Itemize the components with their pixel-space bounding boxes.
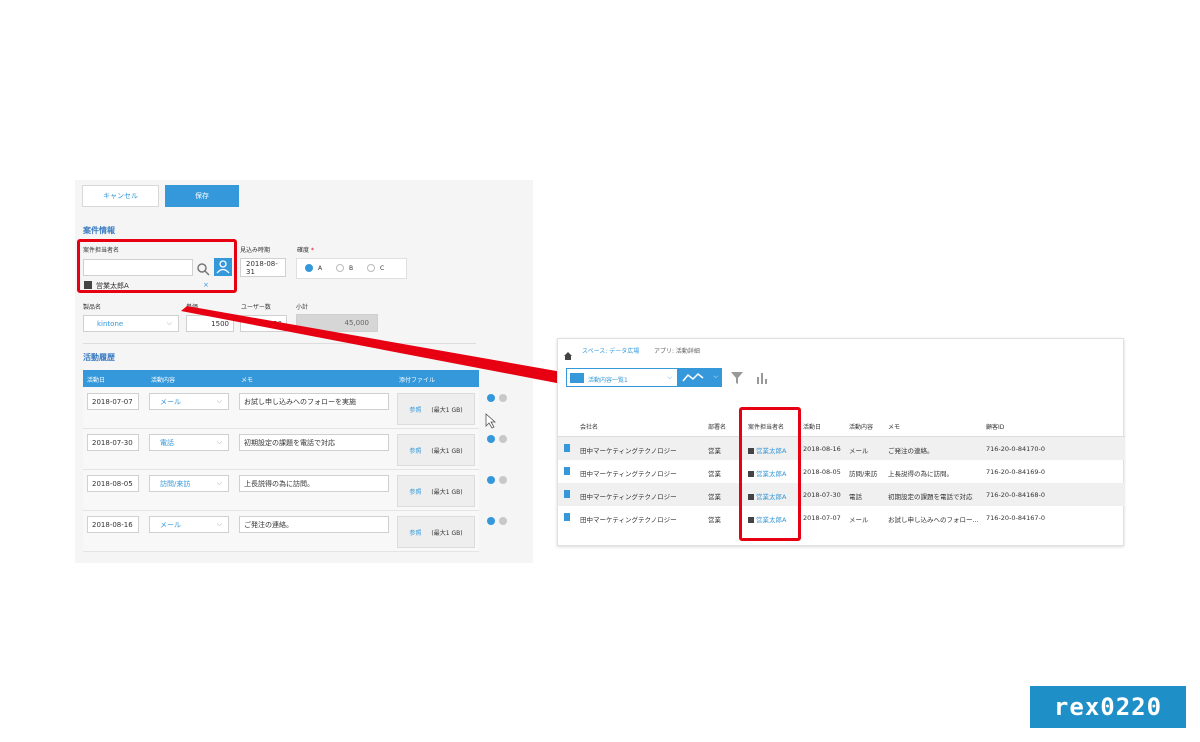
cell-memo: お試し申し込みへのフォロー... — [888, 516, 979, 524]
record-detail-icon[interactable] — [564, 513, 570, 521]
list-row[interactable]: 田中マーケティングテクノロジー 営業 営業太郎A 2018-07-30 電話 初… — [558, 483, 1125, 506]
cell-memo: 上長説得の為に訪問。 — [888, 470, 953, 478]
cell-type: メール — [849, 447, 869, 455]
cell-customer-id: 716-20-0-84168-0 — [986, 491, 1046, 499]
breadcrumb-app[interactable]: アプリ: 活動詳細 — [654, 346, 700, 355]
cell-customer-id: 716-20-0-84169-0 — [986, 468, 1046, 476]
cell-dept: 営業 — [708, 470, 721, 478]
cell-customer-id: 716-20-0-84170-0 — [986, 445, 1046, 453]
col-date[interactable]: 活動日 — [803, 422, 821, 431]
author-badge: rex0220 — [1030, 686, 1186, 728]
breadcrumb-space[interactable]: スペース: データ広場 — [582, 346, 639, 355]
view-name: 活動内容一覧1 — [588, 377, 628, 384]
cell-customer-id: 716-20-0-84167-0 — [986, 514, 1046, 522]
record-detail-icon[interactable] — [564, 467, 570, 475]
cell-company: 田中マーケティングテクノロジー — [580, 447, 677, 455]
list-row[interactable]: 田中マーケティングテクノロジー 営業 営業太郎A 2018-08-16 メール … — [558, 437, 1125, 460]
cell-company: 田中マーケティングテクノロジー — [580, 516, 677, 524]
record-detail-icon[interactable] — [564, 490, 570, 498]
line-chart-icon — [682, 372, 704, 382]
cell-date: 2018-08-05 — [803, 468, 841, 476]
cell-memo: 初期設定の課題を電話で対応 — [888, 493, 973, 501]
cell-type: 訪問/来訪 — [849, 470, 878, 478]
graph-button[interactable]: ⌵ — [678, 368, 722, 387]
list-header: 会社名 部署名 案件担当者名 活動日 活動内容 メモ 顧客ID — [558, 413, 1125, 437]
cell-type: 電話 — [849, 493, 862, 501]
record-detail-icon[interactable] — [564, 444, 570, 452]
cell-type: メール — [849, 516, 869, 524]
assignee-column-highlight — [739, 407, 801, 541]
cell-memo: ご発注の連絡。 — [888, 447, 934, 455]
col-customer-id[interactable]: 顧客ID — [986, 422, 1004, 431]
cell-dept: 営業 — [708, 516, 721, 524]
bar-chart-icon[interactable] — [755, 370, 769, 389]
view-selector[interactable]: 活動内容一覧1 ⌵ — [566, 368, 678, 387]
cell-dept: 営業 — [708, 447, 721, 455]
col-type[interactable]: 活動内容 — [849, 422, 873, 431]
home-icon[interactable] — [564, 345, 572, 364]
filter-icon[interactable] — [730, 370, 744, 389]
col-company[interactable]: 会社名 — [580, 422, 598, 431]
record-list-panel: スペース: データ広場 アプリ: 活動詳細 活動内容一覧1 ⌵ ⌵ 会社名 部署… — [557, 338, 1125, 546]
cell-company: 田中マーケティングテクノロジー — [580, 470, 677, 478]
cell-date: 2018-07-30 — [803, 491, 841, 499]
cell-date: 2018-08-16 — [803, 445, 841, 453]
col-dept[interactable]: 部署名 — [708, 422, 726, 431]
cell-company: 田中マーケティングテクノロジー — [580, 493, 677, 501]
table-view-icon — [570, 373, 584, 383]
mouse-cursor-icon — [485, 413, 497, 429]
list-row[interactable]: 田中マーケティングテクノロジー 営業 営業太郎A 2018-08-05 訪問/来… — [558, 460, 1125, 483]
chevron-down-icon: ⌵ — [667, 374, 672, 381]
cell-dept: 営業 — [708, 493, 721, 501]
list-row[interactable]: 田中マーケティングテクノロジー 営業 営業太郎A 2018-07-07 メール … — [558, 506, 1125, 529]
col-memo[interactable]: メモ — [888, 422, 900, 431]
cell-date: 2018-07-07 — [803, 514, 841, 522]
